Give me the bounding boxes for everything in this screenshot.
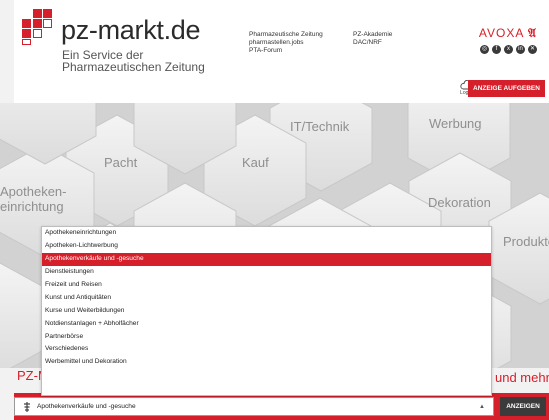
avoxa-a-icon: 𝔄	[528, 26, 537, 40]
site-header: pz-markt.de Ein Service der Pharmazeutis…	[14, 0, 549, 103]
dropdown-option[interactable]: Apotheken-Lichtwerbung	[42, 240, 491, 253]
hex-label-pacht[interactable]: Pacht	[104, 155, 137, 170]
hex-label-dekoration[interactable]: Dekoration	[428, 195, 491, 210]
dropdown-option[interactable]: Werbemittel und Dekoration	[42, 356, 491, 369]
hex-label-kauf[interactable]: Kauf	[242, 155, 269, 170]
facebook-icon[interactable]: f	[492, 45, 501, 54]
avoxa-brand[interactable]: AVOXA 𝔄	[479, 26, 537, 41]
link-pharmazeutische-zeitung[interactable]: Pharmazeutische Zeitung	[249, 31, 323, 39]
xing-icon[interactable]: x	[504, 45, 513, 54]
category-dropdown-list: Apothekeneinrichtungen Apotheken-Lichtwe…	[41, 226, 492, 396]
pharmacy-icon	[24, 402, 30, 412]
x-icon[interactable]: ✕	[528, 45, 537, 54]
dropdown-option[interactable]: Freizeit und Reisen	[42, 279, 491, 292]
dropdown-option[interactable]: Verschiedenes	[42, 343, 491, 356]
link-dac-nrf[interactable]: DAC/NRF	[353, 39, 392, 47]
link-pz-akademie[interactable]: PZ-Akademie	[353, 31, 392, 39]
hex-label-apothekeneinrichtung[interactable]: Apotheken- einrichtung	[0, 184, 67, 214]
link-pta-forum[interactable]: PTA-Forum	[249, 47, 323, 55]
linkedin-icon[interactable]: in	[516, 45, 525, 54]
category-select[interactable]: Apothekenverkäufe und -gesuche ▲	[14, 397, 494, 416]
logo-title: pz-markt.de	[61, 15, 201, 45]
logo-subtitle: Ein Service der Pharmazeutischen Zeitung	[62, 48, 205, 74]
hex-label-produkte[interactable]: Produkte	[503, 234, 549, 249]
section-title-right: und mehr	[495, 370, 549, 385]
avoxa-label: AVOXA	[478, 26, 524, 40]
chevron-up-icon: ▲	[479, 404, 485, 410]
dropdown-option[interactable]: Apothekeneinrichtungen	[42, 227, 491, 240]
dropdown-option[interactable]: Dienstleistungen	[42, 266, 491, 279]
link-pharmastellen[interactable]: pharmastellen.jobs	[249, 39, 323, 47]
place-ad-button[interactable]: ANZEIGE AUFGEBEN	[468, 80, 545, 97]
logo-mark-icon	[22, 9, 54, 45]
dropdown-option[interactable]: Kunst und Antiquitäten	[42, 292, 491, 305]
show-ads-button[interactable]: ANZEIGEN	[500, 397, 546, 416]
dropdown-option[interactable]: Notdienstanlagen + Abholfächer	[42, 318, 491, 331]
dropdown-option[interactable]: Partnerbörse	[42, 331, 491, 344]
hex-label-it-technik[interactable]: IT/Technik	[290, 119, 349, 134]
dropdown-option-selected[interactable]: Apothekenverkäufe und -gesuche	[42, 252, 491, 266]
dropdown-option[interactable]: Kurse und Weiterbildungen	[42, 305, 491, 318]
hex-label-werbung[interactable]: Werbung	[429, 116, 482, 131]
toplinks-col1: Pharmazeutische Zeitung pharmastellen.jo…	[249, 31, 323, 55]
instagram-icon[interactable]: ◎	[480, 45, 489, 54]
social-links: ◎ f x in ✕	[480, 45, 537, 54]
toplinks-col2: PZ-Akademie DAC/NRF	[353, 31, 392, 47]
select-value: Apothekenverkäufe und -gesuche	[37, 403, 136, 410]
